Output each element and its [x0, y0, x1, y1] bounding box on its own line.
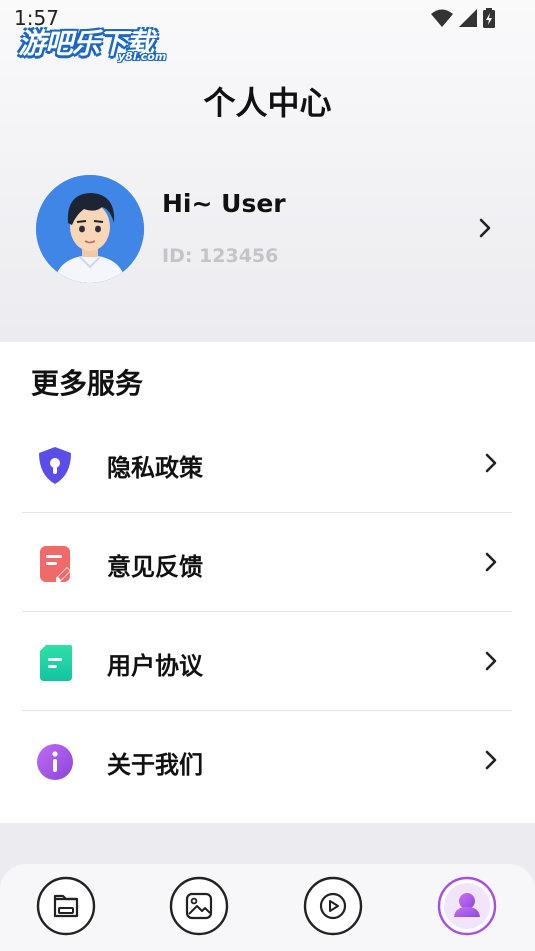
services-title: 更多服务	[31, 367, 144, 400]
info-icon	[37, 744, 73, 780]
avatar[interactable]	[36, 175, 144, 283]
chevron-right-icon[interactable]	[478, 217, 492, 239]
menu-item-privacy-policy[interactable]: 隐私政策	[22, 414, 512, 513]
chevron-right-icon	[485, 651, 497, 671]
user-name: Hi~ User	[162, 189, 286, 218]
agreement-doc-icon	[40, 645, 72, 681]
menu-label: 隐私政策	[107, 454, 203, 482]
image-icon[interactable]	[169, 876, 229, 936]
menu-label: 关于我们	[107, 751, 203, 779]
chevron-right-icon	[485, 453, 497, 473]
chevron-right-icon	[485, 552, 497, 572]
menu-label: 用户协议	[107, 652, 203, 680]
wifi-icon	[431, 9, 453, 27]
profile-card[interactable]: Hi~ User ID: 123456	[36, 175, 506, 283]
watermark-logo: 游吧乐下载 y8l.com	[18, 27, 167, 63]
video-play-icon[interactable]	[303, 876, 363, 936]
avatar-illustration	[36, 175, 144, 283]
menu-item-about-us[interactable]: 关于我们	[22, 711, 512, 810]
chevron-right-icon	[485, 750, 497, 770]
user-id: ID: 123456	[162, 245, 279, 267]
signal-icon	[459, 9, 477, 27]
menu-item-feedback[interactable]: 意见反馈	[22, 513, 512, 612]
profile-icon[interactable]	[437, 876, 497, 936]
feedback-note-icon	[40, 546, 71, 582]
status-icons	[431, 8, 495, 28]
shield-icon	[39, 447, 71, 484]
menu-label: 意见反馈	[107, 553, 203, 581]
menu-item-user-agreement[interactable]: 用户协议	[22, 612, 512, 711]
battery-icon	[483, 8, 495, 28]
bottom-nav	[0, 864, 535, 951]
files-icon[interactable]	[36, 876, 96, 936]
page-title: 个人中心	[203, 84, 332, 122]
